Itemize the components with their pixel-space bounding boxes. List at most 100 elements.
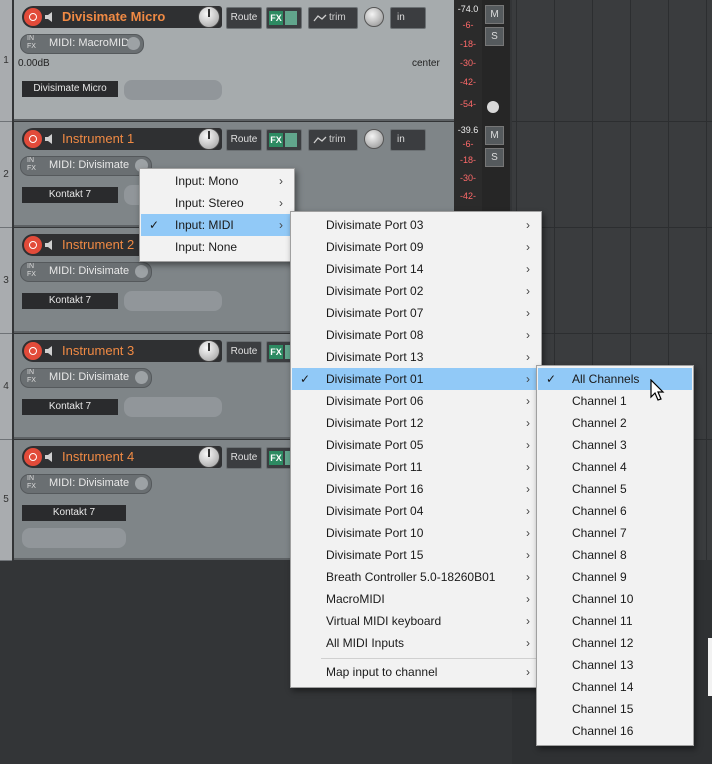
speaker-icon[interactable] (44, 345, 56, 357)
instrument-label[interactable]: Kontakt 7 (22, 187, 118, 203)
track-name-bar[interactable]: Instrument 4 (22, 446, 222, 468)
input-monitor-button[interactable]: in (390, 129, 426, 151)
menu-item-port[interactable]: Divisimate Port 09 › (292, 236, 540, 258)
menu-item-channel[interactable]: Channel 16 (538, 720, 692, 742)
menu-item-port[interactable]: Divisimate Port 06 › (292, 390, 540, 412)
volume-knob[interactable] (198, 340, 220, 362)
track-number[interactable]: 5 (0, 440, 12, 561)
track-name[interactable]: Instrument 2 (62, 237, 134, 252)
menu-item-input-none[interactable]: Input: None (141, 236, 293, 258)
menu-item-port[interactable]: Divisimate Port 07 › (292, 302, 540, 324)
menu-item-input-midi[interactable]: ✓ Input: MIDI › (141, 214, 293, 236)
trim-button[interactable]: trim (308, 129, 358, 151)
track-name-bar[interactable]: Instrument 1 (22, 128, 222, 150)
route-button[interactable]: Route (226, 447, 262, 469)
menu-item-channel[interactable]: Channel 5 (538, 478, 692, 500)
track-name[interactable]: Instrument 3 (62, 343, 134, 358)
mute-button[interactable]: M (485, 126, 504, 145)
menu-item-port[interactable]: Divisimate Port 05 › (292, 434, 540, 456)
menu-item-port-selected[interactable]: ✓ Divisimate Port 01 › (292, 368, 540, 390)
speaker-icon[interactable] (44, 133, 56, 145)
menu-item-port[interactable]: All MIDI Inputs › (292, 632, 540, 654)
menu-item-port[interactable]: Divisimate Port 04 › (292, 500, 540, 522)
menu-item-channel[interactable]: Channel 14 (538, 676, 692, 698)
instrument-label[interactable]: Kontakt 7 (22, 505, 126, 521)
menu-item-port[interactable]: Divisimate Port 03 › (292, 214, 540, 236)
input-selector[interactable]: IN FX MIDI: Divisimate (20, 474, 152, 494)
mute-button[interactable]: M (485, 5, 504, 24)
menu-item-map-input[interactable]: Map input to channel › (292, 661, 540, 683)
fx-slot[interactable] (22, 528, 126, 548)
track-number[interactable]: 1 (0, 0, 12, 122)
menu-item-port[interactable]: MacroMIDI › (292, 588, 540, 610)
input-selector[interactable]: IN FX MIDI: Divisimate (20, 156, 152, 176)
menu-item-input-stereo[interactable]: Input: Stereo › (141, 192, 293, 214)
record-arm-button[interactable] (24, 448, 42, 466)
track-name-bar[interactable]: Divisimate Micro (22, 6, 222, 28)
route-button[interactable]: Route (226, 129, 262, 151)
fx-button[interactable]: FX (266, 7, 302, 29)
volume-knob[interactable] (198, 6, 220, 28)
menu-item-channel[interactable]: Channel 9 (538, 566, 692, 588)
menu-item-channel[interactable]: Channel 12 (538, 632, 692, 654)
track-panel[interactable]: Divisimate Micro Route FX trim in IN FX M… (14, 0, 454, 121)
record-arm-button[interactable] (24, 342, 42, 360)
track-name-bar[interactable]: Instrument 3 (22, 340, 222, 362)
record-arm-button[interactable] (24, 236, 42, 254)
track-name[interactable]: Divisimate Micro (62, 9, 165, 24)
speaker-icon[interactable] (44, 451, 56, 463)
menu-item-channel[interactable]: Channel 2 (538, 412, 692, 434)
menu-item-channel[interactable]: Channel 15 (538, 698, 692, 720)
menu-item-channel[interactable]: Channel 1 (538, 390, 692, 412)
track-number[interactable]: 4 (0, 334, 12, 440)
track-number[interactable]: 3 (0, 228, 12, 334)
fx-button[interactable]: FX (266, 129, 302, 151)
menu-item-port[interactable]: Divisimate Port 14 › (292, 258, 540, 280)
track-name[interactable]: Instrument 1 (62, 131, 134, 146)
input-selector[interactable]: IN FX MIDI: Divisimate (20, 368, 152, 388)
volume-knob[interactable] (198, 446, 220, 468)
input-monitor-button[interactable]: in (390, 7, 426, 29)
record-arm-button[interactable] (24, 8, 42, 26)
input-selector[interactable]: IN FX MIDI: Divisimate (20, 262, 152, 282)
track-name[interactable]: Instrument 4 (62, 449, 134, 464)
menu-item-port[interactable]: Divisimate Port 15 › (292, 544, 540, 566)
menu-item-input-mono[interactable]: Input: Mono › (141, 170, 293, 192)
phase-icon[interactable] (487, 101, 499, 113)
menu-item-channel[interactable]: Channel 6 (538, 500, 692, 522)
track-number[interactable]: 2 (0, 122, 12, 228)
menu-item-port[interactable]: Divisimate Port 13 › (292, 346, 540, 368)
speaker-icon[interactable] (44, 239, 56, 251)
instrument-label[interactable]: Kontakt 7 (22, 399, 118, 415)
volume-knob[interactable] (198, 128, 220, 150)
menu-item-all-channels[interactable]: ✓ All Channels (538, 368, 692, 390)
menu-item-channel[interactable]: Channel 7 (538, 522, 692, 544)
route-button[interactable]: Route (226, 341, 262, 363)
menu-item-port[interactable]: Divisimate Port 11 › (292, 456, 540, 478)
speaker-icon[interactable] (44, 11, 56, 23)
menu-item-port[interactable]: Divisimate Port 12 › (292, 412, 540, 434)
fx-slot[interactable] (124, 80, 222, 100)
trim-button[interactable]: trim (308, 7, 358, 29)
solo-button[interactable]: S (485, 148, 504, 167)
pan-knob[interactable] (364, 129, 384, 149)
instrument-label[interactable]: Kontakt 7 (22, 293, 118, 309)
route-button[interactable]: Route (226, 7, 262, 29)
solo-button[interactable]: S (485, 27, 504, 46)
instrument-label[interactable]: Divisimate Micro (22, 81, 118, 97)
fx-slot[interactable] (124, 291, 222, 311)
menu-item-port[interactable]: Virtual MIDI keyboard › (292, 610, 540, 632)
menu-item-port[interactable]: Divisimate Port 16 › (292, 478, 540, 500)
menu-item-channel[interactable]: Channel 3 (538, 434, 692, 456)
menu-item-port[interactable]: Divisimate Port 02 › (292, 280, 540, 302)
fx-slot[interactable] (124, 397, 222, 417)
record-arm-button[interactable] (24, 130, 42, 148)
menu-item-port[interactable]: Breath Controller 5.0-18260B01 › (292, 566, 540, 588)
menu-item-port[interactable]: Divisimate Port 10 › (292, 522, 540, 544)
input-selector[interactable]: IN FX MIDI: MacroMIDI: (20, 34, 144, 54)
menu-item-port[interactable]: Divisimate Port 08 › (292, 324, 540, 346)
menu-item-channel[interactable]: Channel 8 (538, 544, 692, 566)
menu-item-channel[interactable]: Channel 4 (538, 456, 692, 478)
menu-item-channel[interactable]: Channel 11 (538, 610, 692, 632)
menu-item-channel[interactable]: Channel 10 (538, 588, 692, 610)
